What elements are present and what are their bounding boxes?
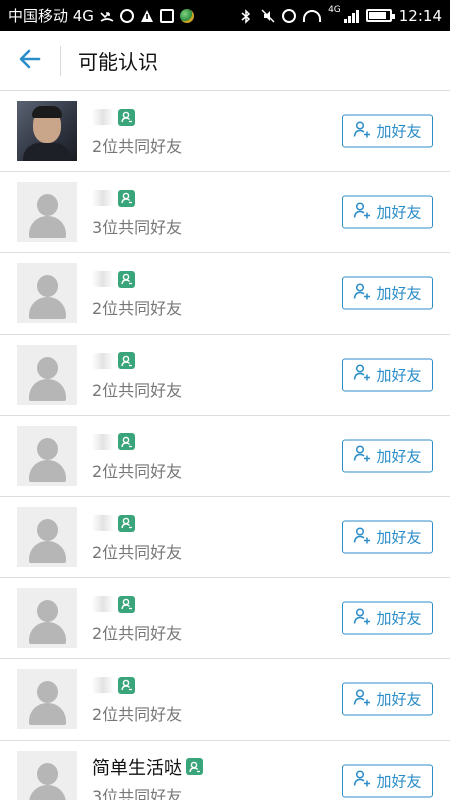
list-item[interactable]: 2位共同好友 加好友 [0,335,450,416]
battery-icon [365,9,395,22]
add-user-icon [353,526,371,548]
add-friend-button[interactable]: 加好友 [342,601,433,635]
contact-badge-icon [118,595,135,613]
list-item[interactable]: 2位共同好友 加好友 [0,497,450,579]
add-friend-button[interactable]: 加好友 [342,358,433,392]
add-friend-label: 加好友 [376,528,422,547]
contact-name: 简单生活哒 [92,757,182,779]
contact-name [92,433,114,450]
avatar[interactable] [17,344,77,405]
back-arrow-icon [18,47,42,75]
add-user-icon [353,607,371,629]
contact-name [92,515,114,532]
clock: 12:14 [398,6,442,25]
add-friend-label: 加好友 [376,447,422,466]
add-user-icon [353,770,371,792]
image-icon [159,8,174,23]
contact-badge-icon [118,108,135,126]
add-friend-button[interactable]: 加好友 [342,114,433,148]
add-user-icon [353,201,371,223]
add-friend-label: 加好友 [376,772,422,791]
carrier-label: 中国移动 4G [8,7,94,25]
avatar[interactable] [17,507,77,568]
contact-name [92,677,114,694]
add-friend-label: 加好友 [376,284,422,303]
list-item[interactable]: 简单生活哒 3位共同好友 加好友 [0,741,450,800]
list-item[interactable]: 2位共同好友 加好友 [0,416,450,497]
avatar[interactable] [17,669,77,730]
page-title: 可能认识 [78,50,158,74]
contact-badge-icon [118,676,135,694]
contact-name [92,271,114,288]
chat-icon [119,8,134,23]
add-friend-label: 加好友 [376,609,422,628]
app-notification-icon [179,8,194,23]
mute-icon [261,8,275,23]
avatar[interactable] [17,263,77,324]
add-friend-label: 加好友 [376,690,422,709]
bluetooth-icon [240,8,254,24]
add-user-icon [353,445,371,467]
add-friend-button[interactable]: 加好友 [342,195,433,229]
avatar[interactable] [17,182,77,243]
list-item[interactable]: 3位共同好友 加好友 [0,172,450,254]
add-user-icon [353,688,371,710]
list-item[interactable]: 2位共同好友 加好友 [0,91,450,173]
add-friend-button[interactable]: 加好友 [342,439,433,473]
top-app-bar: 可能认识 [0,31,450,91]
header-divider [60,45,61,76]
contact-badge-icon [186,758,203,776]
alarm-icon [282,8,297,23]
wifi-icon [303,9,322,22]
add-friend-label: 加好友 [376,366,422,385]
contact-name [92,596,114,613]
back-button[interactable] [0,31,60,91]
status-bar: 中国移动 4G 4G 12:14 [0,0,450,31]
add-friend-label: 加好友 [376,203,422,222]
add-friend-label: 加好友 [376,122,422,141]
suggested-friends-list: 2位共同好友 加好友 3位共同好友 加好友 2位共同好友 加好友 2位共同好友 加好友 2位共同… [0,91,450,800]
avatar[interactable] [17,750,77,800]
list-item[interactable]: 2位共同好友 加好友 [0,659,450,741]
add-friend-button[interactable]: 加好友 [342,520,433,554]
add-friend-button[interactable]: 加好友 [342,764,433,798]
contact-badge-icon [118,514,135,532]
add-friend-button[interactable]: 加好友 [342,276,433,310]
add-user-icon [353,120,371,142]
contact-badge-icon [118,352,135,370]
warning-icon [140,9,154,23]
contact-name [92,190,114,207]
avatar[interactable] [17,425,77,486]
signal-icon [343,9,359,23]
list-item[interactable]: 2位共同好友 加好友 [0,578,450,660]
list-item[interactable]: 2位共同好友 加好友 [0,253,450,335]
add-friend-button[interactable]: 加好友 [342,682,433,716]
avatar[interactable] [17,588,77,649]
contact-name [92,352,114,369]
add-user-icon [353,364,371,386]
avatar[interactable] [17,101,77,162]
network-type-label: 4G [328,4,341,15]
add-user-icon [353,282,371,304]
missed-call-icon [100,9,114,23]
contact-badge-icon [118,189,135,207]
contact-name [92,109,114,126]
contact-badge-icon [118,270,135,288]
contact-badge-icon [118,433,135,451]
